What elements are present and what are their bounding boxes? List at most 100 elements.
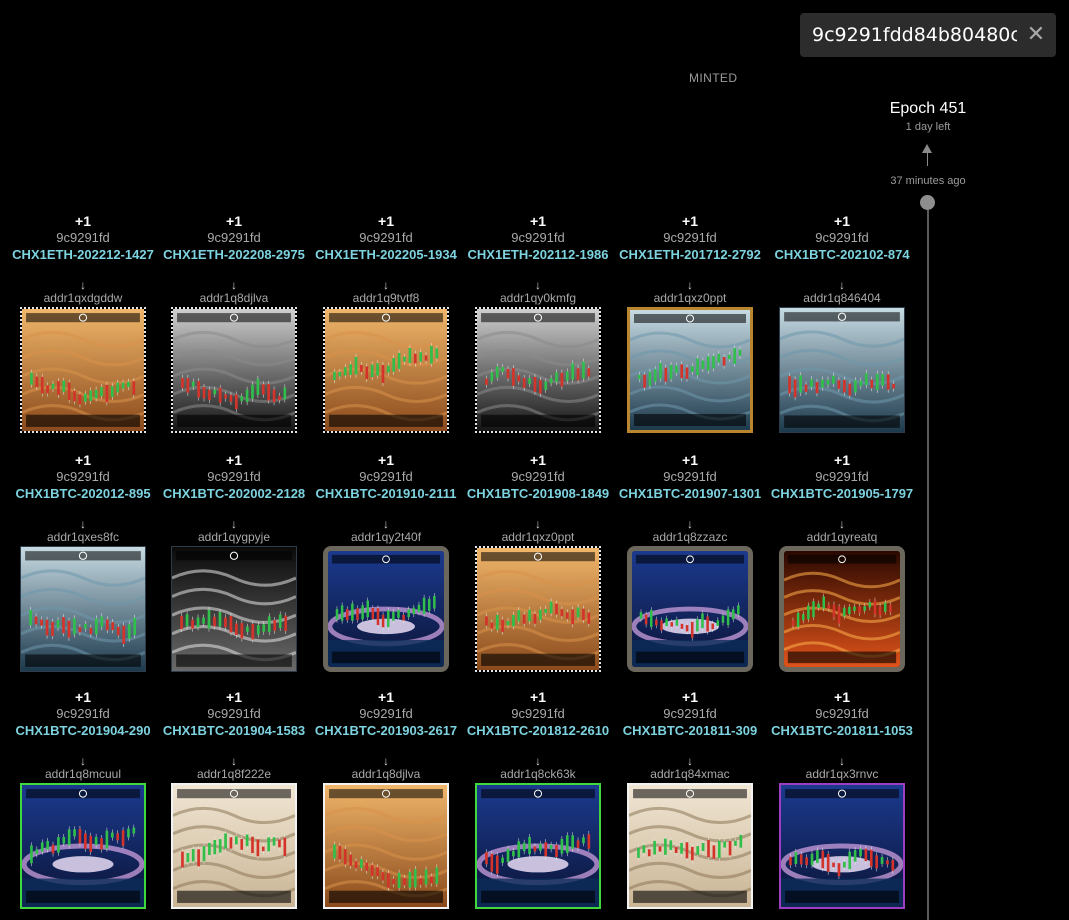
nft-thumbnail[interactable] bbox=[20, 546, 146, 672]
owner-address[interactable]: addr1qxes8fc bbox=[8, 530, 158, 546]
mint-count: +1 bbox=[834, 213, 850, 229]
arrow-down-icon: ↓ bbox=[80, 517, 86, 531]
timeline-dot[interactable] bbox=[920, 195, 935, 210]
nft-thumbnail[interactable] bbox=[475, 783, 601, 909]
nft-thumbnail[interactable] bbox=[20, 307, 146, 433]
mint-count: +1 bbox=[226, 689, 242, 705]
policy-hash: 9c9291fd bbox=[207, 469, 261, 484]
nft-card: +1 9c9291fd CHX1ETH-201712-2792 ↓ addr1qxz0p… bbox=[615, 213, 765, 433]
asset-name-link[interactable]: CHX1BTC-202002-2128 bbox=[159, 485, 309, 519]
owner-address[interactable]: addr1qygpyje bbox=[159, 530, 309, 546]
mint-count: +1 bbox=[226, 213, 242, 229]
mint-count: +1 bbox=[834, 452, 850, 468]
mint-count: +1 bbox=[226, 452, 242, 468]
nft-artwork bbox=[477, 548, 599, 670]
mint-count: +1 bbox=[530, 689, 546, 705]
nft-artwork bbox=[172, 547, 296, 671]
owner-address[interactable]: addr1q8zzazc bbox=[615, 530, 765, 546]
nft-card: +1 9c9291fd CHX1ETH-202212-1427 ↓ addr1qxdgd… bbox=[8, 213, 158, 433]
nft-thumbnail[interactable] bbox=[171, 783, 297, 909]
timeline-arrow-stem bbox=[927, 152, 928, 166]
search-input[interactable] bbox=[812, 24, 1017, 46]
arrow-down-icon: ↓ bbox=[839, 754, 845, 768]
asset-name-link[interactable]: CHX1BTC-201908-1849 bbox=[463, 485, 613, 519]
epoch-title: Epoch 451 bbox=[889, 100, 967, 117]
mint-count: +1 bbox=[75, 452, 91, 468]
arrow-down-icon: ↓ bbox=[231, 278, 237, 292]
timeline-line bbox=[927, 210, 929, 920]
arrow-down-icon: ↓ bbox=[535, 517, 541, 531]
policy-hash: 9c9291fd bbox=[207, 230, 261, 245]
nft-thumbnail[interactable] bbox=[20, 783, 146, 909]
owner-address[interactable]: addr1qx3rnvc bbox=[767, 767, 917, 783]
nft-artwork bbox=[629, 785, 751, 907]
owner-address[interactable]: addr1q9tvtf8 bbox=[311, 291, 461, 307]
close-icon[interactable]: ✕ bbox=[1026, 23, 1046, 45]
nft-thumbnail[interactable] bbox=[475, 546, 601, 672]
nft-thumbnail[interactable] bbox=[779, 546, 905, 672]
nft-thumbnail[interactable] bbox=[627, 307, 753, 433]
asset-name-link[interactable]: CHX1BTC-201904-290 bbox=[8, 722, 158, 756]
nft-thumbnail[interactable] bbox=[627, 783, 753, 909]
owner-address[interactable]: addr1qy0kmfg bbox=[463, 291, 613, 307]
arrow-down-icon: ↓ bbox=[535, 754, 541, 768]
owner-address[interactable]: addr1q8f222e bbox=[159, 767, 309, 783]
mint-count: +1 bbox=[378, 689, 394, 705]
mint-count: +1 bbox=[75, 213, 91, 229]
owner-address[interactable]: addr1q8ck63k bbox=[463, 767, 613, 783]
nft-card: +1 9c9291fd CHX1ETH-202112-1986 ↓ addr1qy0km… bbox=[463, 213, 613, 433]
nft-card: +1 9c9291fd CHX1BTC-202102-874 ↓ addr1q84640… bbox=[767, 213, 917, 433]
nft-card: +1 9c9291fd CHX1BTC-201905-1797 ↓ addr1qyrea… bbox=[767, 452, 917, 672]
nft-card: +1 9c9291fd CHX1ETH-202208-2975 ↓ addr1q8djl… bbox=[159, 213, 309, 433]
asset-name-link[interactable]: CHX1BTC-201904-1583 bbox=[159, 722, 309, 756]
owner-address[interactable]: addr1q8djlva bbox=[159, 291, 309, 307]
policy-hash: 9c9291fd bbox=[815, 706, 869, 721]
policy-hash: 9c9291fd bbox=[663, 469, 717, 484]
asset-name-link[interactable]: CHX1BTC-202102-874 bbox=[767, 246, 917, 280]
nft-thumbnail[interactable] bbox=[171, 546, 297, 672]
asset-name-link[interactable]: CHX1BTC-201907-1301 bbox=[615, 485, 765, 519]
arrow-down-icon: ↓ bbox=[687, 278, 693, 292]
asset-name-link[interactable]: CHX1ETH-202212-1427 bbox=[8, 246, 158, 280]
owner-address[interactable]: addr1qyreatq bbox=[767, 530, 917, 546]
owner-address[interactable]: addr1q8mcuul bbox=[8, 767, 158, 783]
policy-hash: 9c9291fd bbox=[663, 230, 717, 245]
asset-name-link[interactable]: CHX1BTC-201903-2617 bbox=[311, 722, 461, 756]
policy-hash: 9c9291fd bbox=[56, 706, 110, 721]
owner-address[interactable]: addr1qxdgddw bbox=[8, 291, 158, 307]
asset-name-link[interactable]: CHX1ETH-202205-1934 bbox=[311, 246, 461, 280]
mint-count: +1 bbox=[682, 452, 698, 468]
nft-artwork bbox=[477, 785, 599, 907]
owner-address[interactable]: addr1q8djlva bbox=[311, 767, 461, 783]
asset-name-link[interactable]: CHX1BTC-201811-1053 bbox=[767, 722, 917, 756]
nft-thumbnail[interactable] bbox=[323, 307, 449, 433]
minted-label: MINTED bbox=[689, 71, 738, 85]
asset-name-link[interactable]: CHX1BTC-201811-309 bbox=[615, 722, 765, 756]
asset-name-link[interactable]: CHX1BTC-201812-2610 bbox=[463, 722, 613, 756]
owner-address[interactable]: addr1q846404 bbox=[767, 291, 917, 307]
owner-address[interactable]: addr1q84xmac bbox=[615, 767, 765, 783]
asset-name-link[interactable]: CHX1BTC-201910-2111 bbox=[311, 485, 461, 519]
asset-name-link[interactable]: CHX1ETH-202112-1986 bbox=[463, 246, 613, 280]
nft-thumbnail[interactable] bbox=[171, 307, 297, 433]
nft-thumbnail[interactable] bbox=[323, 546, 449, 672]
policy-hash: 9c9291fd bbox=[359, 230, 413, 245]
nft-card: +1 9c9291fd CHX1BTC-201904-1583 ↓ addr1q8f22… bbox=[159, 689, 309, 909]
nft-thumbnail[interactable] bbox=[627, 546, 753, 672]
nft-thumbnail[interactable] bbox=[779, 307, 905, 433]
nft-thumbnail[interactable] bbox=[475, 307, 601, 433]
nft-thumbnail[interactable] bbox=[779, 783, 905, 909]
asset-name-link[interactable]: CHX1ETH-201712-2792 bbox=[615, 246, 765, 280]
asset-name-link[interactable]: CHX1BTC-202012-895 bbox=[8, 485, 158, 519]
nft-card: +1 9c9291fd CHX1BTC-201811-1053 ↓ addr1qx3rn… bbox=[767, 689, 917, 909]
owner-address[interactable]: addr1qy2t40f bbox=[311, 530, 461, 546]
policy-hash: 9c9291fd bbox=[359, 469, 413, 484]
owner-address[interactable]: addr1qxz0ppt bbox=[463, 530, 613, 546]
arrow-down-icon: ↓ bbox=[687, 517, 693, 531]
asset-name-link[interactable]: CHX1ETH-202208-2975 bbox=[159, 246, 309, 280]
epoch-remaining: 1 day left bbox=[905, 121, 951, 133]
owner-address[interactable]: addr1qxz0ppt bbox=[615, 291, 765, 307]
policy-hash: 9c9291fd bbox=[56, 469, 110, 484]
nft-thumbnail[interactable] bbox=[323, 783, 449, 909]
asset-name-link[interactable]: CHX1BTC-201905-1797 bbox=[767, 485, 917, 519]
